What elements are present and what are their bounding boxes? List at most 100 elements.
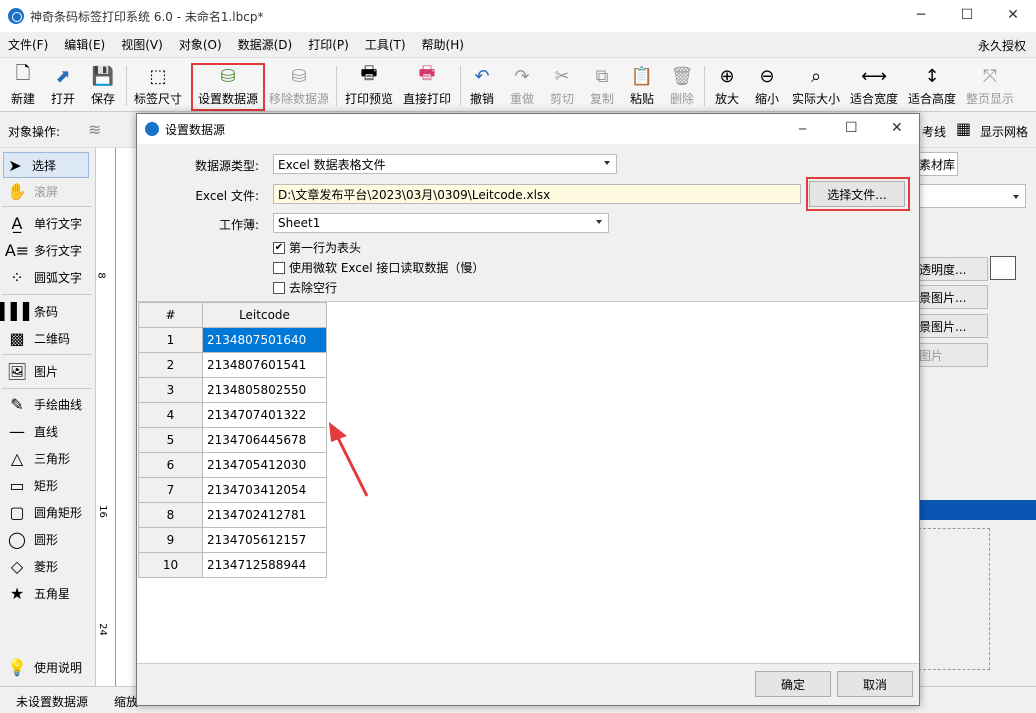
tool-line[interactable]: — 直线 — [6, 418, 58, 444]
app-titlebar: 神奇条码标签打印系统 6.0 - 未命名1.lbcp* ─ ☐ ✕ — [0, 0, 1036, 32]
paste-button[interactable]: 📋 粘贴 — [626, 60, 658, 110]
table-row[interactable]: 2 2134807601541 — [138, 352, 327, 378]
menu-print[interactable]: 打印(P) — [300, 36, 357, 53]
new-button[interactable]: 🗋 新建 — [6, 60, 40, 110]
show-grid-toggle[interactable]: 显示网格 — [980, 123, 1028, 140]
ruler-mark-24: 24 — [96, 623, 108, 636]
tool-star[interactable]: ★ 五角星 — [6, 580, 70, 606]
tool-single-line-text[interactable]: A̲ 单行文字 — [6, 210, 83, 236]
tool-barcode[interactable]: ▌▌▌ 条码 — [0, 298, 58, 324]
menu-view[interactable]: 视图(V) — [113, 36, 171, 53]
sheet-select[interactable]: Sheet1 — [273, 213, 609, 233]
remove-blank-rows-checkbox[interactable]: 去除空行 — [273, 279, 337, 296]
use-ms-excel-checkbox[interactable]: 使用微软 Excel 接口读取数据（慢） — [273, 259, 484, 276]
full-page-button[interactable]: ⤧ 整页显示 — [964, 60, 1016, 110]
cancel-button[interactable]: 取消 — [837, 671, 913, 697]
property-select[interactable] — [916, 184, 1026, 208]
app-logo-icon — [8, 8, 24, 24]
zoom-out-button[interactable]: ⊖ 缩小 — [750, 60, 784, 110]
grid-icon[interactable]: ▦ — [956, 119, 971, 138]
tool-arc-text[interactable]: ⁘ 圆弧文字 — [6, 264, 82, 290]
table-header-row: # Leitcode — [138, 302, 327, 328]
ok-button[interactable]: 确定 — [755, 671, 831, 697]
open-button[interactable]: ⬈ 打开 — [46, 60, 80, 110]
menu-object[interactable]: 对象(O) — [171, 36, 230, 53]
image-icon: 🖼 — [6, 361, 28, 381]
redo-button[interactable]: ↷ 重做 — [506, 60, 538, 110]
tool-rectangle[interactable]: ▭ 矩形 — [6, 472, 58, 498]
maximize-icon[interactable]: ☐ — [845, 120, 858, 136]
excel-file-path-field[interactable]: D:\文章发布平台\2023\03月\0309\Leitcode.xlsx — [273, 184, 801, 204]
print-preview-button[interactable]: 🖶 打印预览 — [342, 60, 396, 110]
first-row-header-checkbox[interactable]: ✔ 第一行为表头 — [273, 239, 361, 256]
fit-height-button[interactable]: ↕ 适合高度 — [906, 60, 958, 110]
tool-scroll[interactable]: ✋ 滚屏 — [6, 178, 58, 204]
table-row[interactable]: 5 2134706445678 — [138, 427, 327, 453]
actual-size-button[interactable]: ⌕ 实际大小 — [790, 60, 842, 110]
selected-property-row — [916, 500, 1036, 520]
tool-freehand[interactable]: ✎ 手绘曲线 — [6, 391, 82, 417]
direct-print-button[interactable]: 🖶 直接打印 — [400, 60, 454, 110]
table-row[interactable]: 10 2134712588944 — [138, 552, 327, 578]
table-row[interactable]: 4 2134707401322 — [138, 402, 327, 428]
image-button[interactable]: 图片 — [916, 343, 988, 367]
undo-button[interactable]: ↶ 撤销 — [466, 60, 498, 110]
remove-datasource-button[interactable]: ⛁ 移除数据源 — [266, 60, 332, 110]
menu-tools[interactable]: 工具(T) — [357, 36, 414, 53]
bg-image-button-2[interactable]: 景图片... — [916, 314, 988, 338]
copy-icon: ⧉ — [595, 65, 609, 87]
license-label[interactable]: 永久授权 — [978, 37, 1026, 54]
datasource-type-select[interactable]: Excel 数据表格文件 — [273, 154, 617, 174]
undo-icon: ↶ — [474, 65, 490, 87]
tool-image[interactable]: 🖼 图片 — [6, 358, 58, 384]
minimize-icon[interactable]: ─ — [799, 122, 806, 136]
bg-image-button-1[interactable]: 景图片... — [916, 285, 988, 309]
table-cell-selected[interactable]: 2134807501640 — [202, 327, 327, 353]
menu-datasource[interactable]: 数据源(D) — [230, 36, 301, 53]
table-row[interactable]: 1 2134807501640 — [138, 327, 327, 353]
table-row[interactable]: 7 2134703412054 — [138, 477, 327, 503]
menu-file[interactable]: 文件(F) — [0, 36, 56, 53]
preview-frame — [918, 528, 990, 670]
zoom-in-button[interactable]: ⊕ 放大 — [710, 60, 744, 110]
delete-button[interactable]: 🗑 删除 — [666, 60, 698, 110]
tool-diamond[interactable]: ◇ 菱形 — [6, 553, 58, 579]
reference-line-toggle[interactable]: 考线 — [922, 123, 946, 140]
table-row[interactable]: 8 2134702412781 — [138, 502, 327, 528]
fit-width-button[interactable]: ⟷ 适合宽度 — [848, 60, 900, 110]
maximize-icon[interactable]: ☐ — [944, 0, 990, 30]
save-button[interactable]: 💾 保存 — [86, 60, 120, 110]
cut-button[interactable]: ✂ 剪切 — [546, 60, 578, 110]
label-size-icon: ⬚ — [149, 65, 167, 87]
tool-triangle[interactable]: △ 三角形 — [6, 445, 70, 471]
tab-material-library[interactable]: 素材库 — [916, 152, 958, 176]
label-size-button[interactable]: ⬚ 标签尺寸 — [130, 60, 186, 110]
toolbar-divider — [336, 66, 337, 106]
table-row[interactable]: 9 2134705612157 — [138, 527, 327, 553]
close-icon[interactable]: ✕ — [891, 120, 903, 136]
layers-icon[interactable]: ≋ — [88, 120, 101, 139]
table-row[interactable]: 6 2134705412030 — [138, 452, 327, 478]
dialog-title: 设置数据源 — [165, 122, 226, 137]
data-table: # Leitcode 1 2134807501640 2 2134807601541… — [138, 302, 327, 578]
transparency-button[interactable]: 透明度... — [916, 257, 988, 281]
close-icon[interactable]: ✕ — [990, 0, 1036, 30]
main-toolbar: 🗋 新建 ⬈ 打开 💾 保存 ⬚ 标签尺寸 ⛁ 设置数据源 ⛁ 移除数据源 🖶 打印预览 🖶 直… — [0, 58, 1036, 112]
tool-circle[interactable]: ◯ 圆形 — [6, 526, 58, 552]
barcode-icon: ▌▌▌ — [0, 301, 36, 321]
menu-edit[interactable]: 编辑(E) — [56, 36, 113, 53]
color-swatch[interactable] — [990, 256, 1016, 280]
tool-rounded-rectangle[interactable]: ▢ 圆角矩形 — [6, 499, 82, 525]
arc-text-icon: ⁘ — [10, 267, 24, 287]
tool-multi-line-text[interactable]: A≡ 多行文字 — [5, 237, 82, 263]
tool-select[interactable]: ➤ 选择 — [3, 152, 89, 178]
help-guide[interactable]: 💡 使用说明 — [6, 654, 82, 680]
vertical-ruler: 8 16 24 — [96, 148, 116, 686]
minimize-icon[interactable]: ─ — [898, 0, 944, 30]
copy-button[interactable]: ⧉ 复制 — [586, 60, 618, 110]
table-row[interactable]: 3 2134805802550 — [138, 377, 327, 403]
tool-qrcode[interactable]: ▩ 二维码 — [6, 325, 70, 351]
zoom-status: 缩放 — [114, 695, 139, 709]
data-preview-grid[interactable]: # Leitcode 1 2134807501640 2 2134807601541… — [137, 301, 919, 664]
menu-help[interactable]: 帮助(H) — [414, 36, 472, 53]
